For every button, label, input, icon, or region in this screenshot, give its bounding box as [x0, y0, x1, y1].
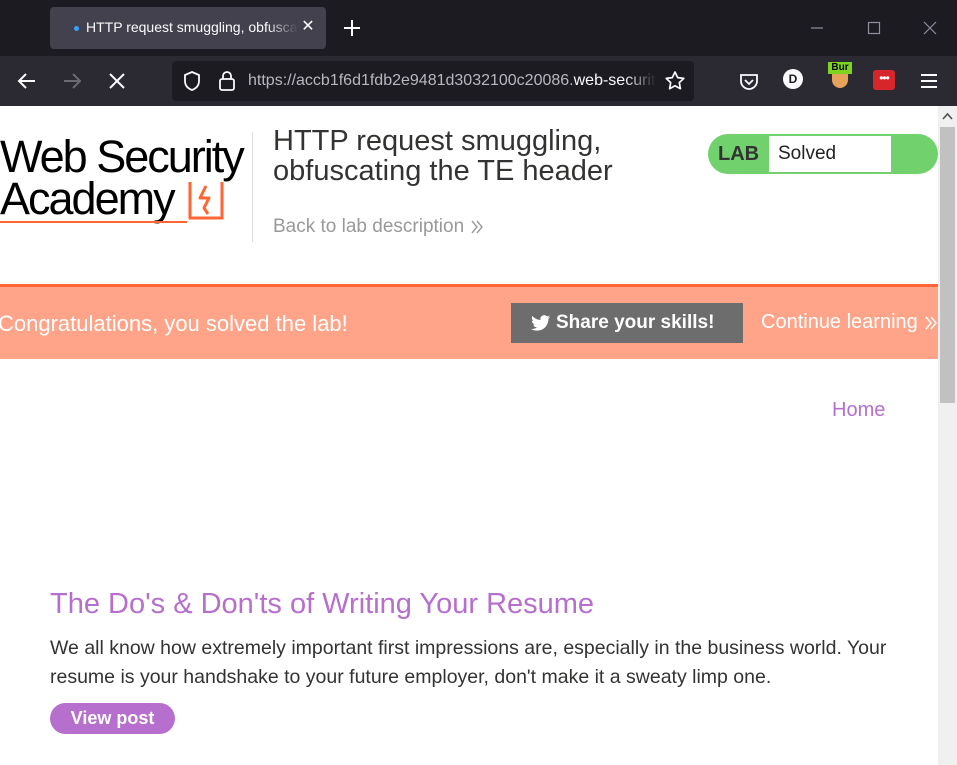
maximize-icon[interactable]: [862, 16, 886, 40]
tab-close-icon[interactable]: ✕: [298, 17, 318, 37]
header-divider: [252, 132, 253, 242]
forward-arrow-icon[interactable]: [59, 68, 85, 94]
url-domain: web-security-academy.net: [573, 72, 656, 89]
view-post-button[interactable]: View post: [50, 703, 175, 734]
logo-line2: Academy: [0, 173, 176, 224]
tab-loading-indicator: [74, 26, 79, 31]
burp-extension-icon[interactable]: Bur: [828, 62, 852, 92]
menu-icon[interactable]: [916, 68, 942, 94]
logo-bolt-icon: [188, 182, 224, 220]
burp-face: [832, 74, 848, 88]
lab-badge-label: LAB: [718, 143, 760, 165]
back-to-lab-link[interactable]: Back to lab description: [273, 216, 485, 238]
back-arrow-icon[interactable]: [14, 68, 40, 94]
logo-underline: [0, 221, 187, 223]
minimize-icon[interactable]: [805, 16, 829, 40]
tab-title: HTTP request smuggling, obfuscating the …: [86, 19, 298, 35]
url-text: https://accb1f6d1fdb2e9481d3032100c20086…: [248, 72, 656, 92]
browser-nav-bar: https://accb1f6d1fdb2e9481d3032100c20086…: [0, 56, 957, 106]
pocket-icon[interactable]: [736, 68, 762, 94]
new-tab-icon[interactable]: [340, 16, 364, 40]
url-prefix: https://accb1f6d1fdb2e9481d3032100c20086…: [248, 72, 574, 89]
congratulations-message: Congratulations, you solved the lab!: [0, 311, 348, 336]
double-chevron-right-icon: [471, 220, 484, 234]
blog-post-summary: We all know how extremely important firs…: [50, 637, 887, 688]
blog-post-title[interactable]: The Do's & Don'ts of Writing Your Resume: [50, 588, 594, 621]
back-link-label: Back to lab description: [273, 216, 465, 237]
window-close-icon[interactable]: [918, 16, 942, 40]
page-content: Web Security Academy HTTP request smuggl…: [0, 106, 938, 765]
congratulations-banner: Congratulations, you solved the lab! Sha…: [0, 284, 938, 359]
double-chevron-right-icon: [925, 316, 938, 330]
burp-label: Bur: [828, 62, 852, 74]
star-icon[interactable]: [663, 69, 687, 93]
address-bar[interactable]: https://accb1f6d1fdb2e9481d3032100c20086…: [172, 61, 694, 101]
share-skills-label: Share your skills!: [556, 312, 715, 333]
scroll-up-arrow-icon[interactable]: [942, 112, 953, 120]
share-skills-button[interactable]: Share your skills!: [511, 303, 743, 343]
browser-tab[interactable]: HTTP request smuggling, obfuscating the …: [50, 7, 326, 49]
scrollbar-thumb[interactable]: [940, 127, 955, 403]
lab-title: HTTP request smuggling, obfuscating the …: [273, 125, 613, 187]
home-nav-link[interactable]: Home: [832, 399, 885, 422]
stop-icon[interactable]: [104, 68, 130, 94]
page-scrollbar[interactable]: [938, 106, 957, 765]
lab-badge-status: Solved: [769, 136, 891, 172]
twitter-icon: [531, 315, 551, 331]
shield-icon[interactable]: [180, 69, 204, 93]
browser-tab-bar: HTTP request smuggling, obfuscating the …: [0, 0, 957, 56]
password-manager-icon[interactable]: •••: [873, 70, 895, 90]
continue-learning-link[interactable]: Continue learning: [761, 311, 938, 334]
web-security-academy-logo[interactable]: Web Security Academy: [0, 130, 250, 230]
lab-status-badge: LAB Solved: [708, 134, 938, 174]
lock-icon[interactable]: [216, 69, 238, 93]
account-avatar[interactable]: D: [783, 69, 803, 89]
continue-learning-label: Continue learning: [761, 311, 918, 333]
